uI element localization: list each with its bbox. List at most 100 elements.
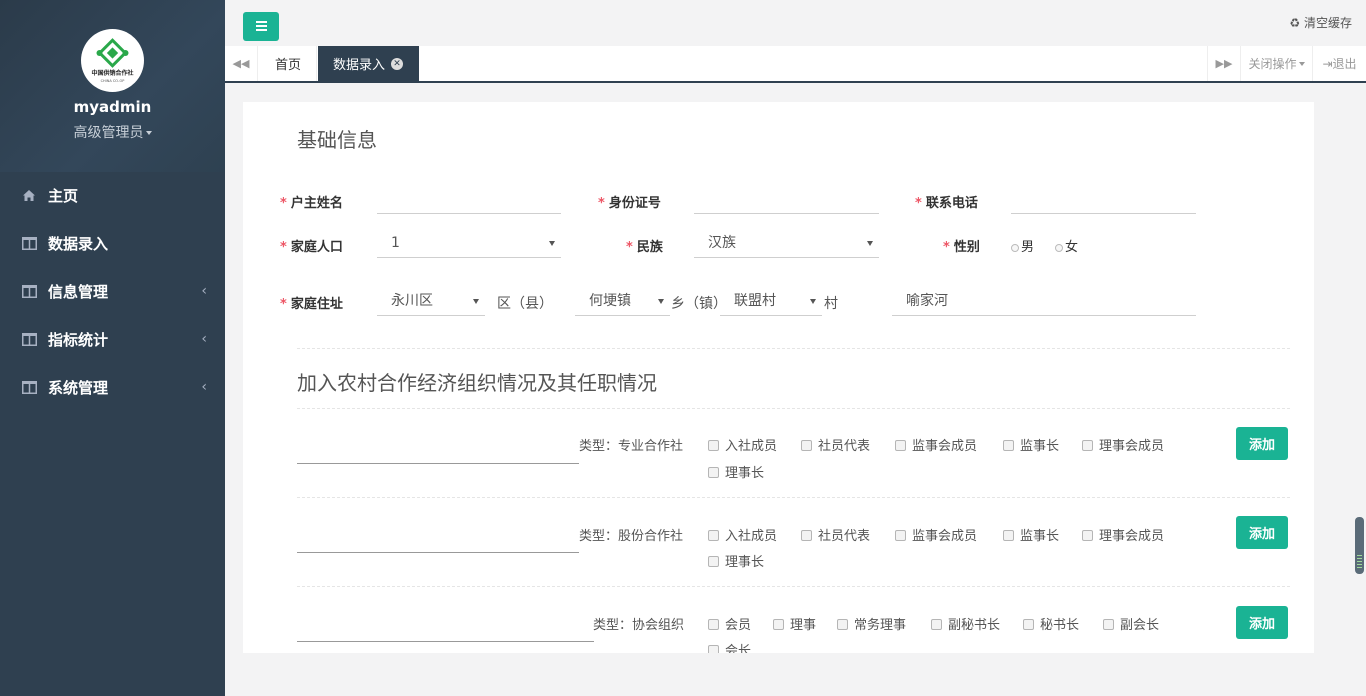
sidebar-item-data-entry[interactable]: 数据录入	[0, 220, 225, 268]
caret-down-icon	[810, 299, 816, 304]
orgs-title: 加入农村合作经济组织情况及其任职情况	[297, 371, 657, 395]
checkbox-icon	[708, 530, 719, 541]
checkbox-icon	[801, 530, 812, 541]
sidebar-item-system-management[interactable]: 系统管理 ‹	[0, 364, 225, 412]
scrollbar-thumb[interactable]	[1355, 517, 1364, 574]
columns-icon	[22, 236, 38, 252]
org-type-label: 类型：专业合作社	[579, 439, 684, 454]
divider	[297, 348, 1290, 349]
add-button[interactable]: 添加	[1236, 516, 1288, 549]
village-select[interactable]: 联盟村	[720, 288, 822, 316]
sidebar-item-label: 数据录入	[48, 235, 109, 253]
role-checkbox[interactable]: 会员	[708, 614, 751, 633]
role-checkbox[interactable]: 秘书长	[1023, 614, 1079, 633]
tab-home[interactable]: 首页	[260, 46, 318, 81]
role-checkbox[interactable]: 入社成员	[708, 435, 777, 454]
chevron-left-icon: ‹	[201, 379, 207, 395]
checkbox-icon	[895, 440, 906, 451]
checkbox-icon	[1003, 440, 1014, 451]
id-number-field[interactable]	[694, 186, 879, 214]
basic-info-title: 基础信息	[297, 128, 377, 152]
clear-cache-button[interactable]: ♻ 清空缓存	[1289, 14, 1352, 31]
role-checkbox[interactable]: 理事会成员	[1082, 435, 1164, 454]
role-checkbox[interactable]: 入社成员	[708, 525, 777, 544]
ethnic-label: * 民族	[626, 240, 663, 255]
role-checkbox[interactable]: 副秘书长	[931, 614, 1000, 633]
columns-icon	[22, 284, 38, 300]
radio-icon	[1011, 243, 1019, 252]
role-checkbox[interactable]: 监事长	[1003, 525, 1059, 544]
phone-field[interactable]	[1011, 186, 1196, 214]
town-select[interactable]: 何埂镇	[575, 288, 670, 316]
checkbox-icon	[708, 619, 719, 630]
role-checkbox[interactable]: 监事会成员	[895, 435, 977, 454]
columns-icon	[22, 380, 38, 396]
town-suffix: 乡（镇）	[671, 296, 719, 312]
sidebar-item-info-management[interactable]: 信息管理 ‹	[0, 268, 225, 316]
checkbox-icon	[1082, 440, 1093, 451]
village-suffix: 村	[824, 296, 838, 312]
role-checkbox[interactable]: 会长	[708, 640, 751, 653]
role-checkbox[interactable]: 社员代表	[801, 435, 870, 454]
profile-role-label: 高级管理员	[73, 125, 144, 141]
logout-button[interactable]: ⇥ 退出	[1312, 46, 1366, 81]
tab-scroll-right-button[interactable]: ▶▶	[1207, 46, 1240, 81]
role-checkbox[interactable]: 副会长	[1103, 614, 1159, 633]
checkbox-icon	[837, 619, 848, 630]
org-name-field[interactable]	[297, 612, 594, 642]
columns-icon	[22, 332, 38, 348]
role-checkbox[interactable]: 社员代表	[801, 525, 870, 544]
org-type-label: 类型：股份合作社	[579, 529, 684, 544]
profile-role-dropdown[interactable]: 高级管理员	[0, 122, 225, 142]
hamlet-field[interactable]: 喻家河	[892, 288, 1196, 316]
logout-label: 退出	[1332, 57, 1357, 71]
village-value: 联盟村	[734, 293, 776, 309]
role-checkbox[interactable]: 理事	[773, 614, 816, 633]
close-operations-label: 关闭操作	[1248, 57, 1297, 71]
profile-name: myadmin	[73, 98, 152, 116]
chevron-left-icon: ‹	[201, 331, 207, 347]
district-select[interactable]: 永川区	[377, 288, 485, 316]
tab-scroll-left-button[interactable]: ◀◀	[225, 46, 258, 81]
checkbox-icon	[773, 619, 784, 630]
close-icon[interactable]: ✕	[391, 57, 404, 70]
divider	[297, 497, 1290, 498]
tab-data-entry-label: 数据录入	[333, 58, 386, 73]
sidebar-item-statistics[interactable]: 指标统计 ‹	[0, 316, 225, 364]
role-checkbox[interactable]: 常务理事	[837, 614, 906, 633]
gender-female-radio[interactable]: 女	[1055, 236, 1078, 255]
role-checkbox[interactable]: 理事长	[708, 551, 764, 570]
checkbox-icon	[708, 556, 719, 567]
role-checkbox[interactable]: 理事长	[708, 462, 764, 481]
tab-data-entry[interactable]: 数据录入 ✕	[318, 46, 419, 81]
add-button[interactable]: 添加	[1236, 606, 1288, 639]
role-checkbox[interactable]: 理事会成员	[1082, 525, 1164, 544]
sidebar-item-label: 系统管理	[48, 379, 109, 397]
head-name-field[interactable]	[377, 186, 561, 214]
checkbox-icon	[1103, 619, 1114, 630]
gender-male-radio[interactable]: 男	[1011, 236, 1034, 255]
sidebar: 中国供销合作社 CHINA CO-OP myadmin 高级管理员 主页 数据录…	[0, 0, 225, 696]
ethnic-select[interactable]: 汉族	[694, 230, 879, 258]
tab-bar: ◀◀ 首页 数据录入 ✕ ▶▶ 关闭操作 ⇥ 退出	[225, 46, 1366, 83]
menu-toggle-button[interactable]	[243, 12, 279, 41]
top-bar: ♻ 清空缓存	[225, 0, 1366, 46]
population-select[interactable]: 1	[377, 230, 561, 258]
role-checkbox[interactable]: 监事会成员	[895, 525, 977, 544]
population-value: 1	[391, 235, 400, 251]
data-entry-form: 基础信息 * 户主姓名 * 身份证号 * 联系电话 * 家庭人口 1 * 民族 汉族 * 性…	[243, 102, 1314, 653]
close-operations-dropdown[interactable]: 关闭操作	[1240, 46, 1312, 81]
logo-text: 中国供销合作社	[91, 69, 133, 77]
role-checkbox[interactable]: 监事长	[1003, 435, 1059, 454]
address-label: * 家庭住址	[280, 297, 343, 312]
add-button[interactable]: 添加	[1236, 427, 1288, 460]
sidebar-item-label: 指标统计	[48, 331, 109, 349]
org-name-field[interactable]	[297, 434, 579, 464]
checkbox-icon	[895, 530, 906, 541]
org-name-field[interactable]	[297, 523, 579, 553]
checkbox-icon	[708, 440, 719, 451]
sidebar-item-label: 信息管理	[48, 283, 109, 301]
id-number-label: * 身份证号	[598, 196, 661, 211]
sidebar-item-home[interactable]: 主页	[0, 172, 225, 220]
logo: 中国供销合作社 CHINA CO-OP	[81, 29, 144, 92]
